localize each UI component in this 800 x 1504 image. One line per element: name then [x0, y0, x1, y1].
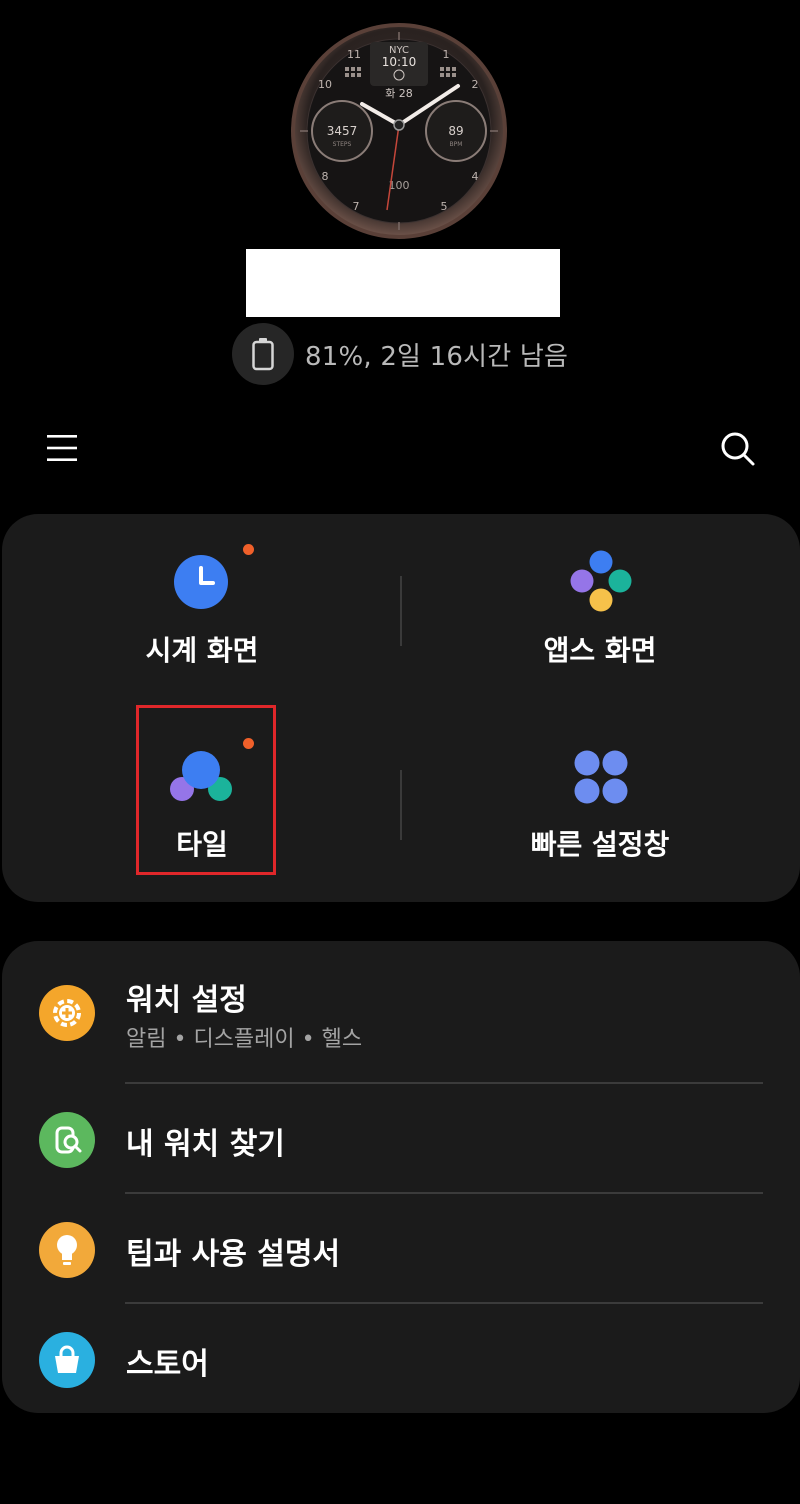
settings-list-card: 워치 설정 알림 • 디스플레이 • 헬스 내 워치 찾기 팁과 사용 설명서 [2, 941, 800, 1413]
apps-icon [570, 550, 632, 616]
find-watch-title: 내 워치 찾기 [126, 1127, 285, 1162]
watch-heart-value: 89 [448, 124, 463, 138]
watch-customization-card: 시계 화면 앱스 화면 타일 빠른 설정창 [2, 514, 800, 902]
quick-panel-icon [574, 750, 628, 808]
watch-settings-subtitle: 알림 • 디스플레이 • 헬스 [126, 1027, 363, 1052]
tile-quick-panel-label: 빠른 설정창 [530, 828, 670, 861]
list-item-find-watch[interactable]: 내 워치 찾기 [2, 1083, 800, 1193]
watch-heart-label: BPM [450, 141, 463, 148]
list-item-watch-settings[interactable]: 워치 설정 알림 • 디스플레이 • 헬스 [2, 941, 800, 1083]
watch-hour-5: 5 [441, 200, 448, 213]
watch-hour-8: 8 [322, 170, 329, 183]
lightbulb-icon [39, 1222, 95, 1278]
watch-face-preview[interactable]: 11 1 2 4 5 7 8 10 NYC 10:10 화 28 3457 ST… [290, 22, 508, 240]
watch-settings-title: 워치 설정 [126, 983, 247, 1018]
settings-gear-icon [39, 985, 95, 1041]
new-badge-dot [243, 544, 254, 555]
search-icon[interactable] [714, 424, 762, 472]
watch-time: 10:10 [382, 55, 417, 69]
tile-watch-faces-label: 시계 화면 [145, 634, 259, 667]
watch-hour-2: 2 [472, 78, 479, 91]
watch-hour-7: 7 [353, 200, 360, 213]
clock-icon [174, 555, 228, 613]
watch-steps-label: STEPS [333, 141, 352, 148]
watch-hour-10: 10 [318, 78, 332, 91]
watch-date: 화 28 [385, 87, 413, 100]
redacted-device-name [246, 249, 560, 317]
tile-apps[interactable]: 앱스 화면 [400, 514, 800, 708]
tile-watch-faces[interactable]: 시계 화면 [2, 514, 402, 708]
menu-icon[interactable] [40, 428, 84, 468]
watch-hour-4: 4 [472, 170, 479, 183]
watch-steps-value: 3457 [327, 124, 358, 138]
list-item-store[interactable]: 스토어 [2, 1303, 800, 1413]
watch-hour-11: 11 [347, 48, 361, 61]
battery-status-text: 81%, 2일 16시간 남음 [305, 341, 569, 372]
find-watch-icon [39, 1112, 95, 1168]
selection-highlight [136, 705, 276, 875]
shopping-bag-icon [39, 1332, 95, 1388]
watch-hour-1: 1 [443, 48, 450, 61]
battery-status: 81%, 2일 16시간 남음 [232, 323, 568, 385]
list-item-tips[interactable]: 팁과 사용 설명서 [2, 1193, 800, 1303]
tips-title: 팁과 사용 설명서 [126, 1237, 341, 1272]
store-title: 스토어 [126, 1347, 209, 1382]
tile-apps-label: 앱스 화면 [543, 634, 657, 667]
battery-icon [232, 323, 294, 385]
tile-quick-panel[interactable]: 빠른 설정창 [400, 708, 800, 902]
